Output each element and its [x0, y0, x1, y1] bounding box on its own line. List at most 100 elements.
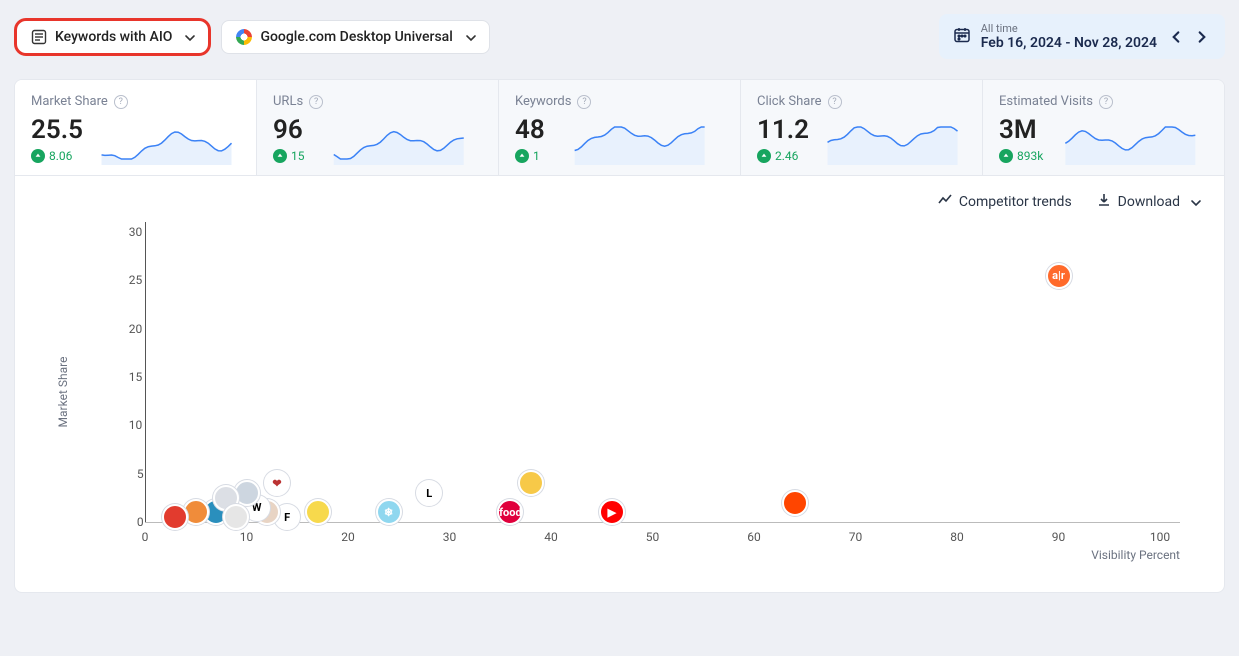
y-tick: 25	[129, 273, 143, 287]
date-range-picker[interactable]: All time Feb 16, 2024 - Nov 28, 2024	[939, 14, 1225, 59]
competitor-trends-button[interactable]: Competitor trends	[937, 192, 1072, 212]
bubble-site-spoon[interactable]	[162, 504, 188, 530]
metric-value: 96	[273, 115, 305, 145]
bubble-site-L[interactable]: L	[416, 480, 442, 506]
metric-title-text: URLs	[273, 94, 303, 109]
plot-area: 0510152025300102030405060708090100a|r▶fo…	[105, 222, 1180, 522]
arrow-up-icon	[757, 149, 771, 163]
x-tick: 50	[646, 530, 660, 544]
download-label: Download	[1118, 194, 1180, 210]
bubble-site-gray2[interactable]	[223, 504, 249, 530]
date-prev-button[interactable]	[1167, 28, 1185, 46]
chevron-down-icon	[465, 32, 475, 42]
metric-card-estimated-visits[interactable]: Estimated Visits ? 3M 893k	[983, 80, 1224, 175]
metric-change: 15	[273, 149, 305, 163]
metric-value: 25.5	[31, 115, 83, 145]
metric-title: Estimated Visits ?	[999, 94, 1208, 109]
help-icon[interactable]: ?	[828, 95, 842, 109]
metric-card-keywords[interactable]: Keywords ? 48 1	[499, 80, 741, 175]
date-scope-label: All time	[981, 22, 1157, 35]
metric-title: Keywords ?	[515, 94, 724, 109]
y-tick: 0	[137, 515, 144, 529]
metric-change-value: 15	[291, 149, 305, 163]
list-icon	[31, 29, 47, 45]
bubble-youtube[interactable]: ▶	[599, 499, 625, 525]
metric-change: 1	[515, 149, 545, 163]
x-tick: 80	[950, 530, 964, 544]
y-tick: 15	[129, 370, 143, 384]
metric-change: 8.06	[31, 149, 83, 163]
bubble-site-yellow[interactable]	[518, 470, 544, 496]
bubble-site-heart[interactable]: ❤	[264, 470, 290, 496]
metric-title-text: Click Share	[757, 94, 822, 109]
trend-icon	[937, 192, 953, 212]
competitor-trends-label: Competitor trends	[959, 194, 1072, 210]
chevron-down-icon	[1190, 197, 1200, 207]
metric-title: Click Share ?	[757, 94, 966, 109]
keyword-filter-dropdown[interactable]: Keywords with AIO	[14, 18, 211, 56]
chart-panel-header: Competitor trends Download	[55, 192, 1200, 212]
metric-change-value: 8.06	[49, 149, 72, 163]
metric-change-value: 1	[533, 149, 540, 163]
date-range-label: Feb 16, 2024 - Nov 28, 2024	[981, 35, 1157, 51]
bubble-site-lemon[interactable]	[305, 499, 331, 525]
date-next-button[interactable]	[1193, 28, 1211, 46]
x-tick: 100	[1150, 530, 1170, 544]
metric-card-click-share[interactable]: Click Share ? 11.2 2.46	[741, 80, 983, 175]
y-axis-label: Market Share	[56, 357, 70, 428]
metric-change: 2.46	[757, 149, 809, 163]
top-toolbar: Keywords with AIO Google.com Desktop Uni…	[14, 14, 1225, 59]
keyword-filter-label: Keywords with AIO	[55, 29, 172, 45]
download-icon	[1096, 192, 1112, 212]
sparkline	[819, 119, 966, 165]
metric-change: 893k	[999, 149, 1043, 163]
sparkline	[555, 119, 724, 165]
x-tick: 20	[341, 530, 355, 544]
date-text: All time Feb 16, 2024 - Nov 28, 2024	[981, 22, 1157, 51]
metric-card-urls[interactable]: URLs ? 96 15	[257, 80, 499, 175]
metric-value: 48	[515, 115, 545, 145]
y-tick: 30	[129, 225, 143, 239]
sparkline	[315, 119, 483, 165]
x-tick: 70	[849, 530, 863, 544]
help-icon[interactable]: ?	[309, 95, 323, 109]
metric-change-value: 2.46	[775, 149, 798, 163]
y-tick: 10	[129, 418, 143, 432]
metric-value: 3M	[999, 115, 1043, 145]
arrow-up-icon	[515, 149, 529, 163]
metric-title: Market Share ?	[31, 94, 240, 109]
help-icon[interactable]: ?	[1099, 95, 1113, 109]
chevron-down-icon	[184, 32, 194, 42]
x-tick: 40	[544, 530, 558, 544]
metric-title-text: Keywords	[515, 94, 571, 109]
x-tick: 0	[142, 530, 149, 544]
download-button[interactable]: Download	[1096, 192, 1200, 212]
x-axis-label: Visibility Percent	[1091, 548, 1180, 562]
x-tick: 90	[1052, 530, 1066, 544]
metric-change-value: 893k	[1017, 149, 1043, 163]
bubble-allrecipes[interactable]: a|r	[1046, 263, 1072, 289]
y-tick: 20	[129, 322, 143, 336]
calendar-icon	[953, 26, 971, 48]
chart-panel: Competitor trends Download Market Share …	[14, 176, 1225, 593]
sparkline	[93, 119, 240, 165]
search-engine-dropdown[interactable]: Google.com Desktop Universal	[221, 20, 489, 54]
metric-title: URLs ?	[273, 94, 482, 109]
help-icon[interactable]: ?	[114, 95, 128, 109]
arrow-up-icon	[31, 149, 45, 163]
metric-cards-row: Market Share ? 25.5 8.06 URLs ?	[14, 79, 1225, 176]
google-icon	[236, 29, 252, 45]
bubble-foodnetwork[interactable]: food	[497, 499, 523, 525]
help-icon[interactable]: ?	[577, 95, 591, 109]
scatter-chart: Market Share Visibility Percent 05101520…	[55, 222, 1200, 562]
bubble-site-snow[interactable]: ❄	[376, 499, 402, 525]
x-tick: 10	[240, 530, 254, 544]
sparkline	[1053, 119, 1208, 165]
metric-value: 11.2	[757, 115, 809, 145]
x-tick: 30	[443, 530, 457, 544]
metric-card-market-share[interactable]: Market Share ? 25.5 8.06	[15, 80, 257, 175]
metric-title-text: Market Share	[31, 94, 108, 109]
arrow-up-icon	[273, 149, 287, 163]
bubble-reddit[interactable]	[782, 490, 808, 516]
metric-title-text: Estimated Visits	[999, 94, 1093, 109]
